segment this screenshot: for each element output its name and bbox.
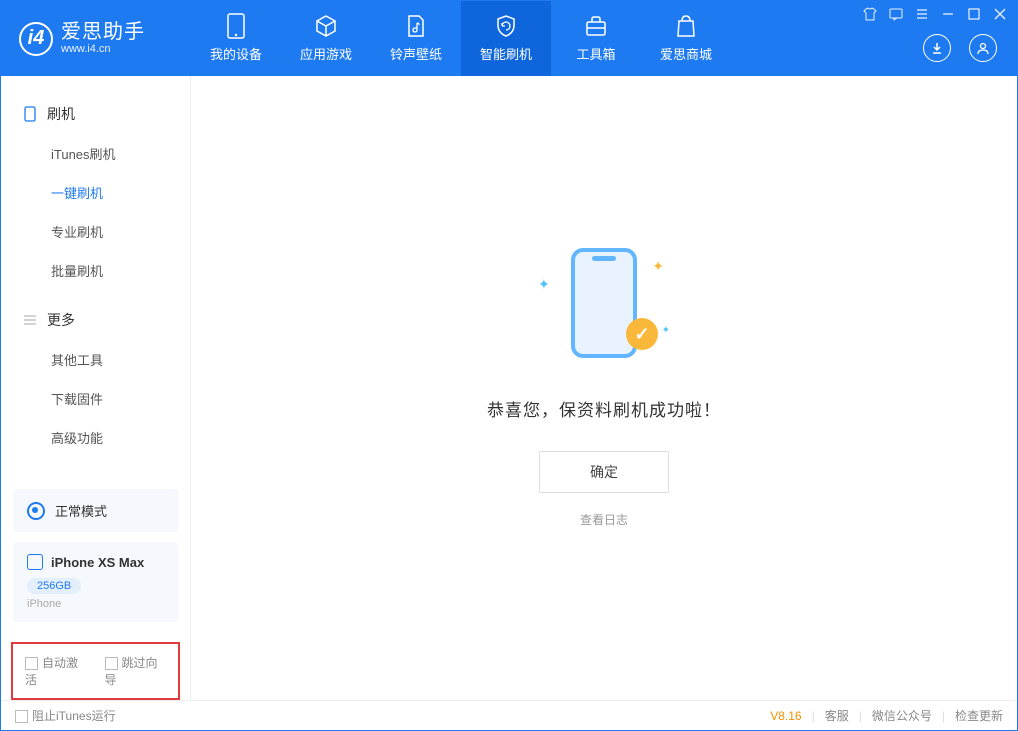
- close-icon[interactable]: [993, 7, 1007, 21]
- mode-card[interactable]: 正常模式: [13, 489, 178, 532]
- checkbox-skip-wizard[interactable]: 跳过向导: [105, 654, 167, 688]
- sparkle-icon: ✦: [662, 325, 670, 336]
- nav-tabs: 我的设备 应用游戏 铃声壁纸 智能刷机 工具箱 爱思商城: [191, 1, 731, 76]
- tab-label: 爱思商城: [660, 44, 712, 63]
- app-logo-icon: i4: [19, 22, 53, 56]
- tab-apps-games[interactable]: 应用游戏: [281, 1, 371, 76]
- device-icon: [224, 14, 248, 38]
- phone-icon: [23, 107, 37, 121]
- success-illustration: ✓ ✦ ✦ ✦: [544, 248, 664, 368]
- tab-my-device[interactable]: 我的设备: [191, 1, 281, 76]
- user-icon[interactable]: [969, 34, 997, 62]
- mode-label: 正常模式: [55, 501, 107, 520]
- app-title: 爱思助手: [61, 21, 145, 43]
- tab-label: 我的设备: [210, 44, 262, 63]
- shopping-bag-icon: [674, 14, 698, 38]
- footer-bar: 阻止iTunes运行 V8.16 | 客服 | 微信公众号 | 检查更新: [1, 700, 1017, 730]
- checkbox-auto-activate[interactable]: 自动激活: [25, 654, 87, 688]
- sidebar-item-pro-flash[interactable]: 专业刷机: [1, 212, 190, 251]
- tab-toolbox[interactable]: 工具箱: [551, 1, 641, 76]
- section-title: 刷机: [47, 104, 75, 124]
- maximize-icon[interactable]: [967, 7, 981, 21]
- minimize-icon[interactable]: [941, 7, 955, 21]
- sidebar-item-download-firmware[interactable]: 下载固件: [1, 379, 190, 418]
- titlebar-controls: [863, 7, 1007, 21]
- version-label: V8.16: [770, 709, 801, 723]
- sidebar: 刷机 iTunes刷机 一键刷机 专业刷机 批量刷机 更多 其他工具 下载固件 …: [1, 76, 191, 700]
- shield-refresh-icon: [494, 14, 518, 38]
- device-phone-icon: [27, 554, 43, 570]
- sidebar-item-advanced[interactable]: 高级功能: [1, 418, 190, 457]
- footer-link-check-update[interactable]: 检查更新: [955, 707, 1003, 724]
- feedback-icon[interactable]: [889, 7, 903, 21]
- success-message: 恭喜您，保资料刷机成功啦！: [487, 396, 721, 421]
- ok-button[interactable]: 确定: [539, 451, 669, 493]
- device-type: iPhone: [27, 598, 164, 610]
- tab-store[interactable]: 爱思商城: [641, 1, 731, 76]
- logo-area[interactable]: i4 爱思助手 www.i4.cn: [1, 1, 191, 76]
- sidebar-section-more: 更多: [1, 300, 190, 340]
- check-badge-icon: ✓: [626, 318, 658, 350]
- header-right-icons: [923, 34, 997, 62]
- sidebar-item-other-tools[interactable]: 其他工具: [1, 340, 190, 379]
- main-content: ✓ ✦ ✦ ✦ 恭喜您，保资料刷机成功啦！ 确定 查看日志: [191, 76, 1017, 700]
- app-subtitle: www.i4.cn: [61, 43, 145, 55]
- tab-label: 智能刷机: [480, 44, 532, 63]
- tab-label: 应用游戏: [300, 44, 352, 63]
- footer-link-wechat[interactable]: 微信公众号: [872, 707, 932, 724]
- header-bar: i4 爱思助手 www.i4.cn 我的设备 应用游戏 铃声壁纸 智能刷机 工具…: [1, 1, 1017, 76]
- music-file-icon: [404, 14, 428, 38]
- sidebar-item-oneclick-flash[interactable]: 一键刷机: [1, 173, 190, 212]
- menu-icon[interactable]: [915, 7, 929, 21]
- sidebar-item-batch-flash[interactable]: 批量刷机: [1, 251, 190, 290]
- tab-smart-flash[interactable]: 智能刷机: [461, 1, 551, 76]
- tab-ringtones-wallpapers[interactable]: 铃声壁纸: [371, 1, 461, 76]
- sidebar-item-itunes-flash[interactable]: iTunes刷机: [1, 134, 190, 173]
- checkbox-block-itunes[interactable]: 阻止iTunes运行: [15, 707, 116, 724]
- device-name: iPhone XS Max: [51, 555, 144, 570]
- tshirt-icon[interactable]: [863, 7, 877, 21]
- checkbox-options-highlighted: 自动激活 跳过向导: [11, 642, 180, 700]
- cube-icon: [314, 14, 338, 38]
- download-icon[interactable]: [923, 34, 951, 62]
- toolbox-icon: [584, 14, 608, 38]
- normal-mode-icon: [27, 502, 45, 520]
- section-title: 更多: [47, 310, 75, 330]
- footer-link-support[interactable]: 客服: [825, 707, 849, 724]
- device-card[interactable]: iPhone XS Max 256GB iPhone: [13, 542, 178, 622]
- sidebar-section-flash: 刷机: [1, 94, 190, 134]
- sparkle-icon: ✦: [652, 258, 664, 275]
- sparkle-icon: ✦: [538, 276, 550, 293]
- list-icon: [23, 313, 37, 327]
- device-storage-badge: 256GB: [27, 578, 81, 594]
- tab-label: 工具箱: [576, 44, 615, 63]
- view-log-link[interactable]: 查看日志: [580, 511, 628, 528]
- tab-label: 铃声壁纸: [390, 44, 442, 63]
